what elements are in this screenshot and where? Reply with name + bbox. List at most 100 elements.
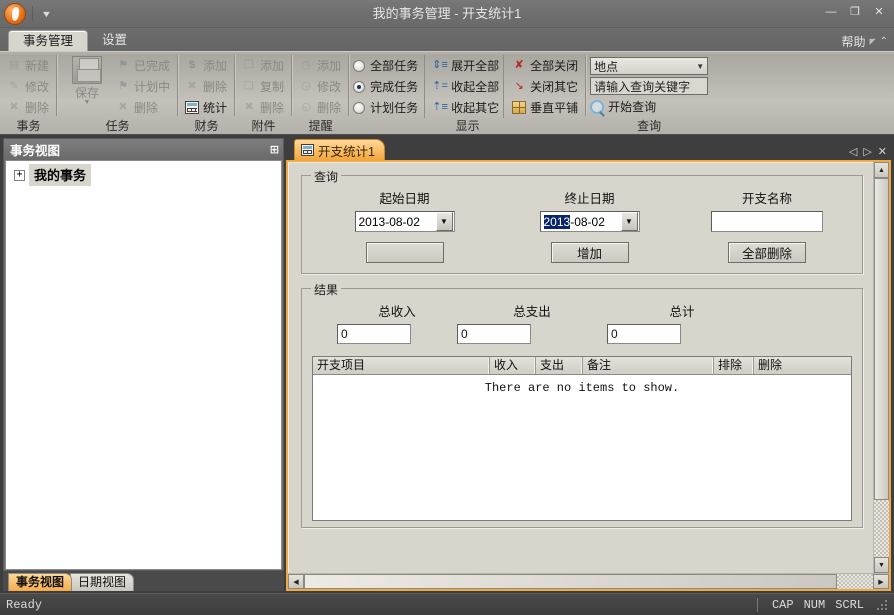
resize-grip-icon[interactable] [876,598,888,611]
delete-icon: ✖ [9,101,19,113]
start-query-button[interactable]: 开始查询 [590,97,708,116]
expense-grid: 开支项目 收入 支出 备注 排除 删除 There are no items t… [312,356,852,521]
start-date-dropdown-icon[interactable]: ▼ [435,212,453,231]
tasks-done-item[interactable]: ⚑ 已完成 [113,55,174,76]
finance-statistics-item[interactable]: 统计 [182,97,231,118]
quick-access-separator [32,6,33,21]
affairs-new-item[interactable]: ▤ 新建 [4,55,53,76]
tree-item-label[interactable]: 我的事务 [29,164,92,186]
query-blank-button[interactable] [365,242,444,263]
help-caret-icon[interactable]: ◤ [869,37,875,46]
affairs-tree[interactable]: + 我的事务 [5,160,282,570]
radio-all-tasks[interactable]: 全部任务 [353,55,418,76]
close-all-item[interactable]: ✘ 全部关闭 [509,55,582,76]
radio-planned-tasks[interactable]: 计划任务 [353,97,418,118]
tab-next-icon[interactable]: ▷ [863,145,871,158]
scroll-down-button[interactable]: ▼ [874,557,889,573]
collapse-all-item[interactable]: ⇡= 收起全部 [430,76,503,97]
scroll-up-button[interactable]: ▲ [874,162,889,178]
column-header-item[interactable]: 开支项目 [313,357,490,374]
reminder-add-item[interactable]: ◷ 添加 [296,55,345,76]
page-horizontal-scrollbar[interactable]: ◀ ▶ [288,573,889,589]
save-dropdown-caret-icon[interactable]: ▼ [84,99,91,106]
attachment-add-label: 添加 [260,59,285,73]
affairs-delete-item[interactable]: ✖ 删除 [4,97,53,118]
expense-name-input[interactable] [711,211,823,232]
tree-row[interactable]: + 我的事务 [6,161,281,186]
close-all-icon: ✘ [514,59,524,71]
horizontal-scroll-thumb[interactable] [304,574,837,589]
column-header-expense[interactable]: 支出 [536,357,583,374]
affairs-edit-item[interactable]: ✎ 修改 [4,76,53,97]
end-date-dropdown-icon[interactable]: ▼ [620,212,638,231]
attachment-add-item[interactable]: ❐ 添加 [239,55,288,76]
close-others-item[interactable]: ↘ 关闭其它 [509,76,582,97]
scroll-right-button[interactable]: ▶ [873,574,889,589]
total-expense-value[interactable]: 0 [457,324,531,344]
ribbon-group-finance-label: 财务 [194,119,219,133]
total-income-value[interactable]: 0 [337,324,411,344]
save-disk-icon [72,56,103,84]
maximize-button[interactable]: ❐ [844,3,866,21]
vertical-scroll-track[interactable] [874,500,889,557]
end-date-picker[interactable]: 2013 -08-02 ▼ [539,211,640,232]
ribbon-group-attachments: ❐ 添加 ❏ 复制 ✖ 删除 附件 [234,52,292,134]
calculator-icon [301,144,314,156]
radio-completed-tasks[interactable]: 完成任务 [353,76,418,97]
delete-all-button[interactable]: 全部删除 [728,242,806,263]
attachment-copy-item[interactable]: ❏ 复制 [239,76,288,97]
tasks-delete-item[interactable]: ✖ 删除 [113,97,174,118]
column-header-exclude[interactable]: 排除 [714,357,754,374]
status-scrl-indicator: SCRL [835,597,864,612]
collapse-others-item[interactable]: ⇡≡ 收起其它 [430,97,503,118]
total-income-field: 总收入 0 [312,301,457,344]
help-label[interactable]: 帮助 [841,33,865,50]
status-cap-indicator: CAP [771,597,794,612]
reminder-edit-item[interactable]: ◶ 修改 [296,76,345,97]
tree-expander-icon[interactable]: + [14,169,25,181]
column-header-delete[interactable]: 删除 [754,357,794,374]
finance-add-item[interactable]: $ 添加 [182,55,231,76]
tab-close-icon[interactable]: ✕ [878,145,887,158]
attachment-delete-item[interactable]: ✖ 删除 [239,97,288,118]
page-vertical-scrollbar[interactable]: ▲ ▼ [873,162,889,573]
minimize-button[interactable]: — [820,3,842,21]
add-button[interactable]: 增加 [550,242,629,263]
tasks-planned-item[interactable]: ⚑ 计划中 [113,76,174,97]
pin-icon[interactable]: ⊞ [270,143,279,156]
save-button[interactable]: 保存 ▼ [61,55,113,106]
document-inner: 查询 起始日期 2013-08-02 ▼ 终止日期 2013 -08-02 ▼ … [288,162,889,573]
query-keyword-input[interactable]: 请输入查询关键字 [590,77,709,95]
column-header-income[interactable]: 收入 [490,357,536,374]
ribbon-group-display: 全部任务 完成任务 计划任务 ⇕≡ 展开全部 ⇡= 收起全部 ⇡≡ 收起其它 ✘… [348,52,586,134]
query-scope-combo[interactable]: 地点 ▼ [590,57,709,75]
document-tab-expense-stats[interactable]: 开支统计1 [294,139,385,160]
scroll-left-button[interactable]: ◀ [288,574,304,589]
totals-row: 总收入 0 总支出 0 总计 0 [312,301,852,344]
ribbon-collapse-icon[interactable]: ⌃ [880,36,888,47]
radio-selected-icon [353,80,366,93]
quick-access-dropdown-icon[interactable] [39,5,53,23]
tasks-delete-label: 删除 [134,101,159,115]
app-logo-orb-icon[interactable] [4,2,26,25]
reminder-edit-label: 修改 [317,80,342,94]
status-bar: Ready CAP NUM SCRL [0,593,894,615]
reminder-delete-item[interactable]: ◵ 删除 [296,97,345,118]
tile-vertical-item[interactable]: 垂直平铺 [509,97,582,118]
chevron-down-icon: ▼ [696,61,705,71]
tab-settings[interactable]: 设置 [88,30,141,51]
expand-all-item[interactable]: ⇕≡ 展开全部 [430,55,503,76]
grand-total-value[interactable]: 0 [607,324,681,344]
column-header-remark[interactable]: 备注 [583,357,714,374]
vertical-scroll-thumb[interactable] [874,178,889,500]
close-button[interactable]: ✕ [868,3,890,21]
horizontal-scroll-track[interactable] [837,574,873,589]
start-date-picker[interactable]: 2013-08-02 ▼ [354,211,455,232]
dock-tab-date-view[interactable]: 日期视图 [70,573,135,591]
total-expense-label: 总支出 [513,305,551,319]
tab-prev-icon[interactable]: ◁ [849,145,857,158]
money-delete-icon: ✖ [187,80,197,92]
finance-delete-item[interactable]: ✖ 删除 [182,76,231,97]
tab-task-management[interactable]: 事务管理 [8,30,89,51]
dock-tab-affairs-view[interactable]: 事务视图 [8,573,73,591]
